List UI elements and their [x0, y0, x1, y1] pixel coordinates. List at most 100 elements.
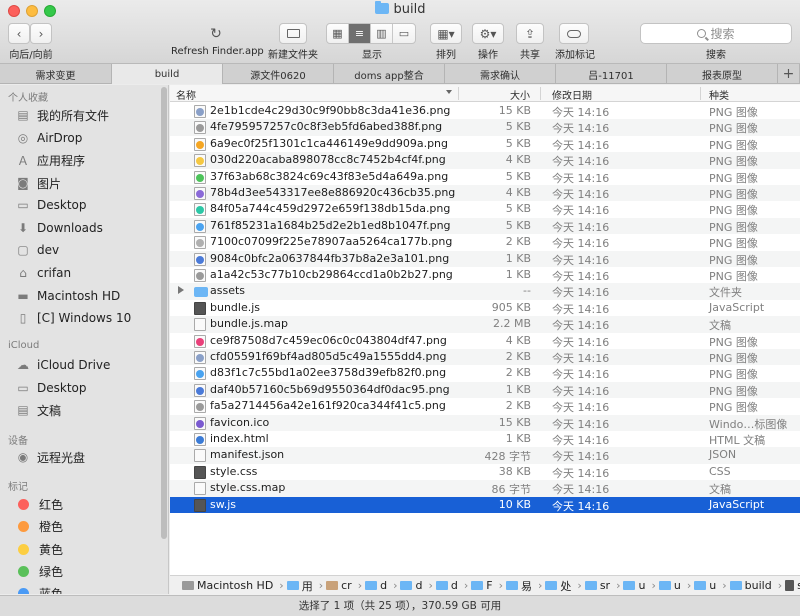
path-segment[interactable]: sw.js	[785, 579, 800, 592]
column-date[interactable]: 修改日期	[552, 87, 592, 102]
sidebar-tag-green[interactable]: 绿色	[16, 562, 63, 580]
refresh-icon[interactable]: ↻	[206, 24, 226, 44]
file-size: 5 KB	[505, 136, 531, 150]
file-row[interactable]: 37f63ab68c3824c69c43f83e5d4a649a.png 5 KB…	[170, 169, 800, 185]
icon-view-icon[interactable]: ▦	[327, 24, 349, 43]
path-segment[interactable]: d	[435, 579, 458, 592]
sidebar-item-downloads[interactable]: ⬇ Downloads	[16, 219, 103, 237]
sidebar-item-all-files[interactable]: ▤ 我的所有文件	[16, 106, 109, 124]
sidebar-item-desktop[interactable]: ▭ Desktop	[16, 196, 87, 214]
forward-button[interactable]: ›	[30, 23, 52, 44]
path-segment[interactable]: d	[365, 579, 387, 592]
file-row[interactable]: 030d220acaba898078cc8c7452b4cf4f.png 4 KB…	[170, 152, 800, 169]
file-row[interactable]: sw.js 10 KB 今天 14:16 JavaScript	[170, 496, 800, 513]
back-button[interactable]: ‹	[8, 23, 30, 44]
file-row[interactable]: style.css.map 86 字节 今天 14:16 文稿	[170, 480, 800, 497]
path-segment[interactable]: cr	[326, 579, 352, 592]
tab-6[interactable]: 报表原型	[667, 64, 778, 84]
path-segment[interactable]: u	[658, 579, 681, 592]
add-tag-button[interactable]	[559, 23, 589, 44]
column-name[interactable]: 名称	[176, 87, 196, 102]
path-segment-label: u	[709, 579, 717, 592]
tab-build[interactable]: build	[112, 64, 223, 84]
sidebar-tag-orange[interactable]: 橙色	[16, 517, 63, 535]
path-segment[interactable]: 处	[545, 578, 571, 594]
file-row[interactable]: index.html 1 KB 今天 14:16 HTML 文稿	[170, 431, 800, 447]
file-row[interactable]: d83f1c7c55bd1a02ee3758d39efb82f0.png 2 KB…	[170, 365, 800, 381]
chevron-right-icon: ›	[357, 579, 363, 592]
path-segment[interactable]: 易	[506, 578, 532, 594]
add-tab-button[interactable]: +	[778, 64, 800, 84]
list-view-icon[interactable]: ≡	[349, 24, 371, 43]
sidebar-item-label: Desktop	[37, 198, 87, 212]
tab-0[interactable]: 需求变更	[0, 64, 112, 84]
column-kind[interactable]: 种类	[709, 87, 729, 102]
arrange-button[interactable]: ▦▾	[430, 23, 462, 44]
file-row[interactable]: manifest.json 428 字节 今天 14:16 JSON	[170, 447, 800, 464]
share-button[interactable]: ⇪	[516, 23, 544, 44]
folder-icon	[658, 581, 671, 590]
cover-flow-icon[interactable]: ▭	[393, 24, 415, 43]
file-row[interactable]: bundle.js.map 2.2 MB 今天 14:16 文稿	[170, 316, 800, 333]
sidebar-item-applications[interactable]: Ａ 应用程序	[16, 151, 85, 169]
path-segment[interactable]: Macintosh HD	[182, 579, 273, 592]
action-button[interactable]: ⚙▾	[472, 23, 504, 44]
path-segment[interactable]: 用	[286, 578, 313, 594]
sidebar-item-icloud-drive[interactable]: ☁ iCloud Drive	[16, 356, 110, 374]
file-row[interactable]: a1a42c53c77b10cb29864ccd1a0b2b27.png 1 KB…	[170, 267, 800, 283]
sidebar-item-pictures[interactable]: ◙ 图片	[16, 174, 61, 192]
view-mode-segmented[interactable]: ▦ ≡ ▥ ▭	[326, 23, 416, 44]
path-segment[interactable]: u	[694, 579, 716, 592]
tab-5[interactable]: 吕-11701	[556, 64, 667, 84]
sidebar-item-icloud-desktop[interactable]: ▭ Desktop	[16, 379, 86, 397]
chevron-right-icon: ›	[463, 579, 469, 592]
file-row[interactable]: 84f05a744c459d2972e659f138db15da.png 5 KB…	[170, 201, 800, 217]
file-row[interactable]: daf40b57160c5b69d9550364df0dac95.png 1 KB…	[170, 381, 800, 399]
tab-2[interactable]: 源文件0620	[223, 64, 334, 84]
tab-3[interactable]: doms app整合	[334, 64, 445, 84]
file-date: 今天 14:16	[552, 171, 610, 185]
file-row[interactable]: 761f85231a1684b25d2e2b1ed8b1047f.png 5 KB…	[170, 217, 800, 235]
file-row[interactable]: fa5a2714456a42e161f920ca344f41c5.png 2 KB…	[170, 398, 800, 414]
sidebar-item-windows[interactable]: ▯ [C] Windows 10	[16, 309, 132, 327]
sidebar-item-documents[interactable]: ▤ 文稿	[16, 401, 61, 419]
file-row[interactable]: 9084c0bfc2a0637844fb37b8a2e3a101.png 1 KB…	[170, 250, 800, 267]
path-segment[interactable]: u	[623, 579, 645, 592]
file-icon	[194, 416, 206, 430]
sidebar-item-macintosh-hd[interactable]: ▬ Macintosh HD	[16, 287, 120, 305]
path-segment[interactable]: sr	[584, 579, 610, 592]
sidebar-item-remote-disc[interactable]: ◉ 远程光盘	[16, 448, 85, 466]
path-segment-label: u	[673, 579, 681, 592]
column-view-icon[interactable]: ▥	[371, 24, 393, 43]
sidebar-tag-blue[interactable]: 蓝色	[16, 584, 63, 594]
sidebar-item-airdrop[interactable]: ◎ AirDrop	[16, 129, 83, 147]
sidebar-item-home[interactable]: ⌂ crifan	[16, 264, 71, 282]
file-row[interactable]: 6a9ec0f25f1301c1ca446149e9dd909a.png 5 KB…	[170, 136, 800, 152]
file-thumbnail-glyph	[196, 140, 204, 149]
file-row[interactable]: style.css 38 KB 今天 14:16 CSS	[170, 464, 800, 480]
new-folder-button[interactable]	[279, 23, 307, 44]
path-segment[interactable]: F	[471, 579, 493, 592]
file-row[interactable]: 2e1b1cde4c29d30c9f90bb8c3da41e36.png 15 K…	[170, 103, 800, 119]
path-segment[interactable]: build	[729, 579, 772, 592]
file-row[interactable]: ce9f87508d7c459ec06c0c043804df47.png 4 KB…	[170, 333, 800, 349]
file-row[interactable]: favicon.ico 15 KB 今天 14:16 Windo…标图像	[170, 414, 800, 431]
file-row[interactable]: 78b4d3ee543317ee8e886920c436cb35.png 4 KB…	[170, 185, 800, 202]
sidebar-scrollbar[interactable]	[161, 87, 167, 539]
file-row[interactable]: cfd05591f69bf4ad805d5c49a1555dd4.png 2 KB…	[170, 349, 800, 366]
search-input[interactable]: 搜索	[640, 23, 792, 44]
path-segment[interactable]: d	[400, 579, 422, 592]
disclosure-triangle-icon[interactable]	[178, 286, 184, 295]
sidebar-tag-yellow[interactable]: 黄色	[16, 540, 63, 558]
file-row[interactable]: 7100c07099f225e78907aa5264ca177b.png 2 KB…	[170, 234, 800, 250]
file-icon	[194, 400, 206, 414]
file-row[interactable]: bundle.js 905 KB 今天 14:16 JavaScript	[170, 300, 800, 316]
sidebar-item-dev[interactable]: ▢ dev	[16, 241, 59, 259]
column-header: 名称 大小 修改日期 种类	[170, 85, 800, 102]
sidebar-tag-red[interactable]: 红色	[16, 495, 63, 513]
tab-4[interactable]: 需求确认	[445, 64, 556, 84]
column-size[interactable]: 大小	[510, 87, 530, 102]
file-row[interactable]: assets -- 今天 14:16 文件夹	[170, 283, 800, 300]
chevron-left-icon: ‹	[16, 26, 22, 41]
file-row[interactable]: 4fe795957257c0c8f3eb5fd6abed388f.png 5 KB…	[170, 119, 800, 136]
